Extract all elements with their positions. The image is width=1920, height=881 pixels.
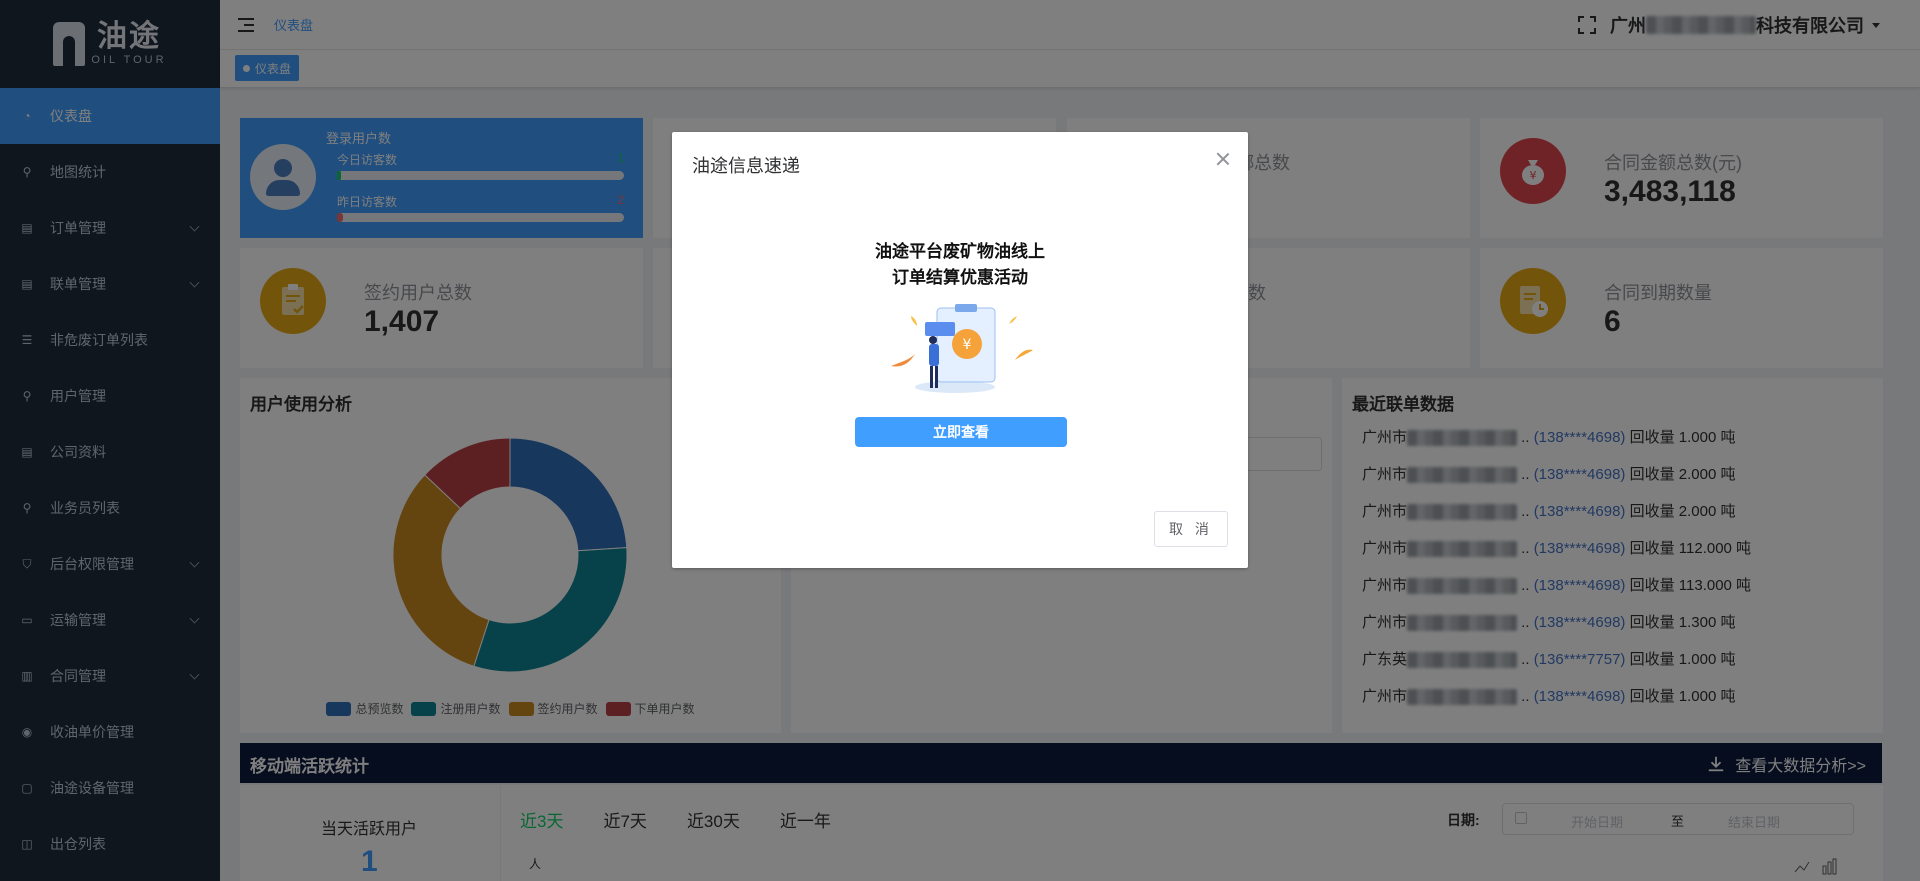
promo-line-2: 订单结算优惠活动 [892, 268, 1028, 287]
promo-illustration: ¥ [891, 304, 1033, 393]
view-now-button[interactable]: 立即查看 [855, 417, 1067, 447]
cancel-button[interactable]: 取 消 [1154, 511, 1228, 547]
dialog-title: 油途信息速递 [692, 156, 800, 176]
svg-text:¥: ¥ [963, 337, 972, 353]
close-icon[interactable] [1216, 152, 1230, 166]
news-dialog: 油途信息速递 油途平台废矿物油线上 订单结算优惠活动 ¥ 立即查看 取 消 [672, 132, 1248, 568]
promo-line-1: 油途平台废矿物油线上 [875, 242, 1045, 261]
